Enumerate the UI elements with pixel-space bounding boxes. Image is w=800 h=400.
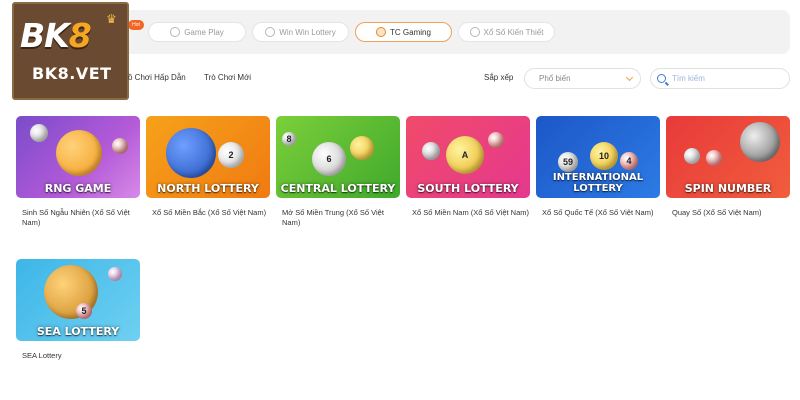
game-name[interactable]: Xổ Số Miền Bắc (Xổ Số Việt Nam) [146,208,270,218]
game-card-spin[interactable]: SPIN NUMBER Quay Số (Xổ Số Việt Nam) [666,116,790,218]
game-title: INTERNATIONAL LOTTERY [552,172,644,194]
chevron-down-icon [625,73,634,82]
logo-sub-text: BK8.VET [32,64,112,83]
game-name[interactable]: Mở Số Miền Trung (Xổ Số Việt Nam) [276,208,400,228]
game-title: CENTRAL LOTTERY [280,182,396,195]
search-box[interactable] [650,68,790,89]
sort-value: Phổ biến [539,74,571,83]
search-icon [657,74,666,83]
hot-badge: Hot [128,20,144,30]
game-name[interactable]: Sinh Số Ngẫu Nhiên (Xổ Số Việt Nam) [16,208,140,228]
ball-graphic: 4 [620,152,638,170]
tab-label: Win Win Lottery [279,27,336,37]
kienthiet-icon [469,27,480,37]
tab-xo-so-kien-thiet[interactable]: Xổ Số Kiến Thiết [458,22,555,42]
ball-graphic: 5 [76,303,92,319]
game-card-international[interactable]: 10 59 4 INTERNATIONAL LOTTERY Xổ Số Quốc… [536,116,660,218]
logo-main-text: BK8 [20,16,92,55]
game-title: SEA LOTTERY [36,325,120,338]
game-thumbnail[interactable]: 6 8 CENTRAL LOTTERY [276,116,400,198]
filter-featured-games[interactable]: ồ Chơi Hấp Dẫn [128,73,186,82]
ball-graphic [166,128,216,178]
game-thumbnail[interactable]: 10 59 4 INTERNATIONAL LOTTERY [536,116,660,198]
game-card-rng[interactable]: RNG GAME Sinh Số Ngẫu Nhiên (Xổ Số Việt … [16,116,140,228]
game-title: RNG GAME [44,182,112,195]
tab-game-play[interactable]: Game Play [148,22,246,42]
ball-graphic [108,267,122,281]
crown-icon: ♛ [106,12,117,26]
game-title: SPIN NUMBER [684,182,772,195]
ball-graphic [350,136,374,160]
game-thumbnail[interactable]: RNG GAME [16,116,140,198]
ball-graphic [422,142,440,160]
game-thumbnail[interactable]: 2 NORTH LOTTERY [146,116,270,198]
ball-graphic: 6 [312,142,346,176]
game-card-north[interactable]: 2 NORTH LOTTERY Xổ Số Miền Bắc (Xổ Số Vi… [146,116,270,218]
game-name[interactable]: Xổ Số Quốc Tế (Xổ Số Việt Nam) [536,208,660,218]
game-card-south[interactable]: A SOUTH LOTTERY Xổ Số Miền Nam (Xổ Số Vi… [406,116,530,218]
game-name[interactable]: Quay Số (Xổ Số Việt Nam) [666,208,790,218]
ball-graphic: 59 [558,152,578,172]
tab-tc-gaming[interactable]: TC Gaming [355,22,452,42]
filter-new-games[interactable]: Trò Chơi Mới [204,73,251,82]
ball-graphic: 10 [590,142,618,170]
ball-graphic [684,148,700,164]
search-input[interactable] [672,74,782,83]
ball-graphic [112,138,128,154]
game-name[interactable]: SEA Lottery [16,351,140,361]
winwin-icon [265,27,276,37]
game-card-sea[interactable]: 5 SEA LOTTERY SEA Lottery [16,259,140,361]
ball-graphic [706,150,722,166]
ball-graphic [56,130,102,176]
game-thumbnail[interactable]: A SOUTH LOTTERY [406,116,530,198]
ball-graphic [740,122,780,162]
game-thumbnail[interactable]: 5 SEA LOTTERY [16,259,140,341]
game-thumbnail[interactable]: SPIN NUMBER [666,116,790,198]
bk8-logo[interactable]: ♛ BK8 BK8.VET [12,2,129,100]
ball-graphic [488,132,504,148]
sort-dropdown[interactable]: Phổ biến [524,68,641,89]
ball-graphic: 8 [282,132,296,146]
tab-label: TC Gaming [390,27,431,37]
gameplay-icon [170,27,181,37]
tab-label: Game Play [184,27,224,37]
tab-win-win-lottery[interactable]: Win Win Lottery [252,22,349,42]
ball-graphic [30,124,48,142]
ball-graphic: A [446,136,484,174]
sort-label: Sắp xếp [484,73,514,82]
game-card-central[interactable]: 6 8 CENTRAL LOTTERY Mở Số Miền Trung (Xổ… [276,116,400,228]
ball-graphic: 2 [218,142,244,168]
game-title: NORTH LOTTERY [157,182,259,195]
tab-label: Xổ Số Kiến Thiết [483,27,544,37]
game-title: SOUTH LOTTERY [417,182,519,195]
tcgaming-icon [376,27,387,37]
game-name[interactable]: Xổ Số Miền Nam (Xổ Số Việt Nam) [406,208,530,218]
